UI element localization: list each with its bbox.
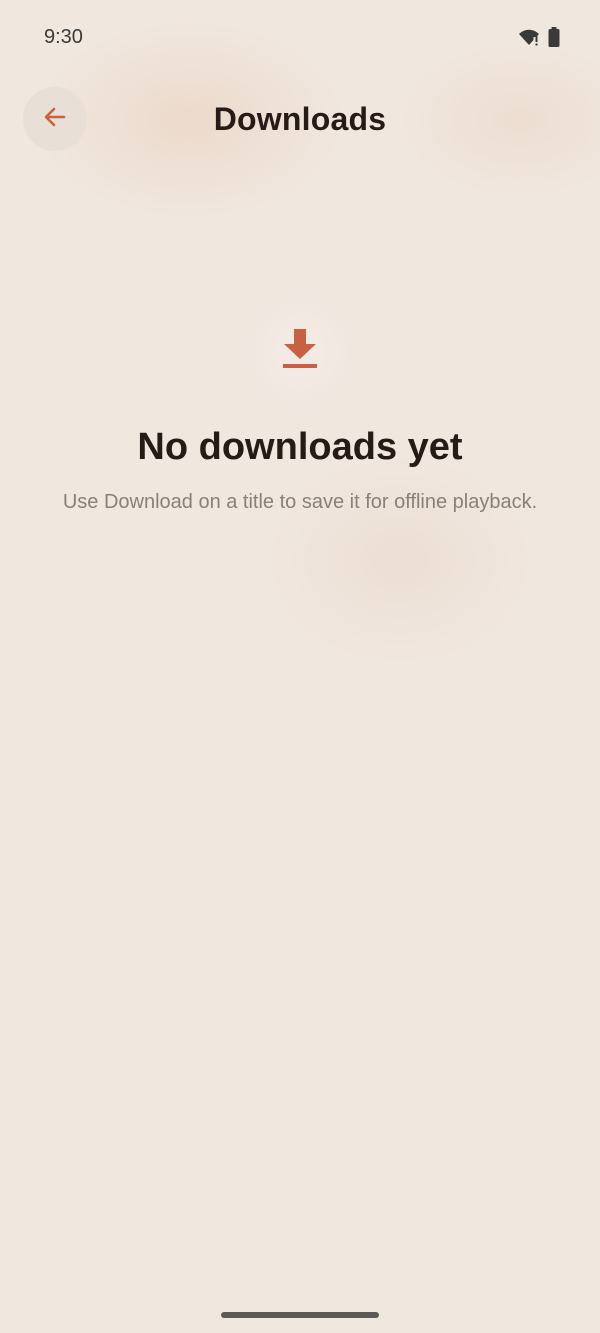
background-glow [0,0,600,1333]
empty-state-title: No downloads yet [137,426,463,468]
top-app-bar: Downloads [0,86,600,152]
status-bar: 9:30 [0,0,600,76]
battery-icon [548,27,560,52]
empty-state-icon-container [238,290,362,414]
home-indicator[interactable] [221,1312,379,1318]
status-icons [518,27,560,52]
empty-state: No downloads yet Use Download on a title… [0,290,600,514]
status-time: 9:30 [44,26,83,48]
page-title: Downloads [213,101,387,137]
wifi-icon [518,28,540,51]
download-icon [282,328,318,376]
empty-state-subtitle: Use Download on a title to save it for o… [62,491,538,513]
